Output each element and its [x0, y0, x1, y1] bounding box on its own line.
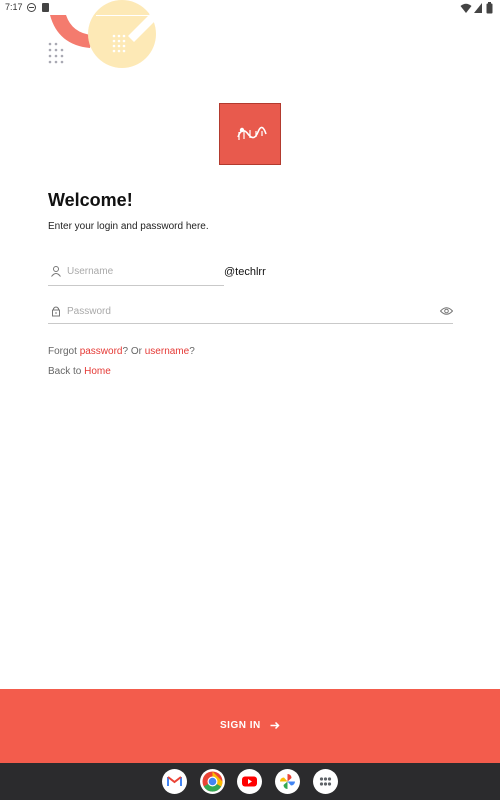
username-domain-suffix: @techlrr — [224, 266, 266, 278]
eye-icon[interactable] — [440, 306, 453, 316]
username-placeholder: Username — [67, 266, 114, 277]
signal-icon — [474, 3, 482, 13]
arrow-right-icon — [270, 721, 280, 730]
forgot-suffix: ? — [189, 346, 195, 357]
forgot-prefix: Forgot — [48, 346, 80, 357]
chrome-glyph-icon — [202, 771, 223, 792]
wifi-icon — [460, 3, 472, 13]
page-subtitle: Enter your login and password here. — [48, 221, 209, 232]
youtube-icon[interactable] — [237, 769, 262, 794]
page-title: Welcome! — [48, 190, 133, 210]
gmail-icon[interactable] — [162, 769, 187, 794]
sign-in-label: SIGN IN — [220, 720, 261, 731]
password-field[interactable]: Password — [48, 300, 453, 324]
status-icons — [452, 2, 494, 14]
battery-icon — [486, 2, 493, 14]
home-link[interactable]: Home — [84, 366, 111, 377]
forgot-credentials-line: Forgot password? Or username? — [48, 346, 195, 357]
app-drawer-icon[interactable] — [313, 769, 338, 794]
logo-mark-icon — [237, 126, 267, 140]
user-icon — [51, 266, 61, 277]
app-drawer-glyph-icon — [319, 777, 332, 786]
back-prefix: Back to — [48, 366, 85, 377]
forgot-username-link[interactable]: username — [145, 346, 189, 357]
username-field[interactable]: Username — [48, 260, 224, 286]
app-logo — [219, 103, 281, 165]
sign-in-button[interactable]: SIGN IN — [0, 689, 500, 763]
forgot-middle: ? Or — [122, 346, 145, 357]
password-placeholder: Password — [67, 306, 111, 317]
forgot-password-link[interactable]: password — [80, 346, 123, 357]
photos-glyph-icon — [280, 774, 295, 789]
youtube-glyph-icon — [242, 776, 257, 787]
lock-icon — [52, 306, 60, 317]
back-to-home-line: Back to Home — [48, 366, 111, 377]
photos-icon[interactable] — [275, 769, 300, 794]
nav-bar — [0, 763, 500, 800]
gmail-glyph-icon — [167, 776, 182, 786]
chrome-icon[interactable] — [200, 769, 225, 794]
decorative-shapes — [48, 0, 156, 68]
